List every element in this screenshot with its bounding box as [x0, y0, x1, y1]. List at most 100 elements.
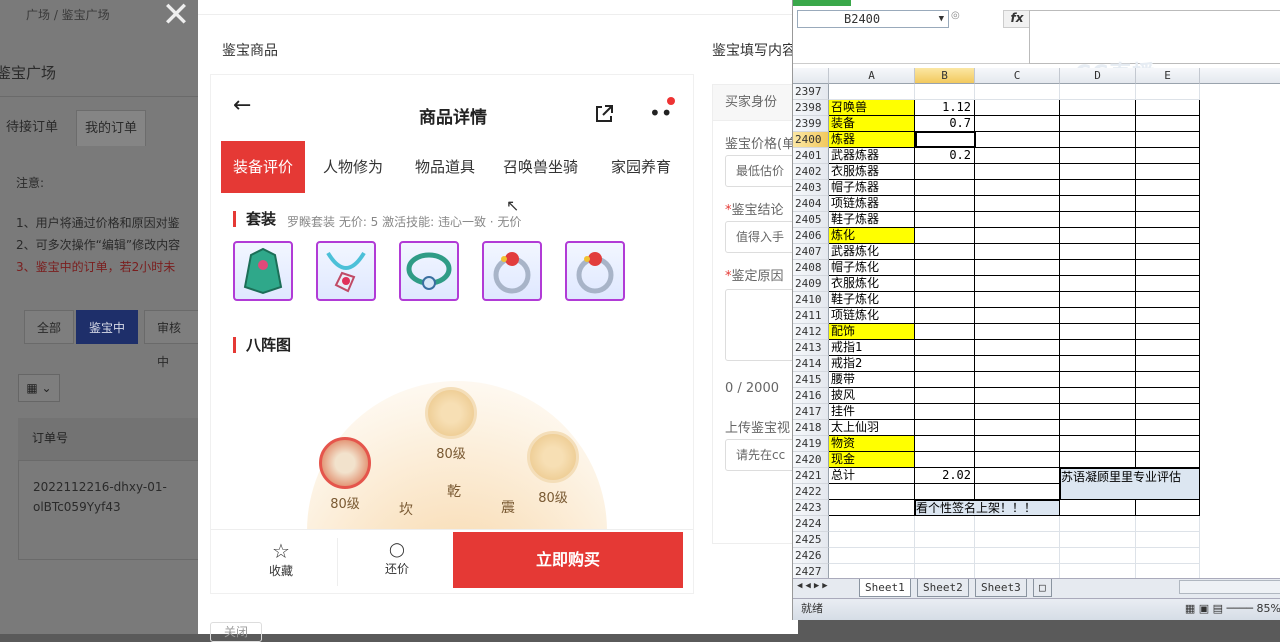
tab-buyer-identity[interactable]: 买家身份	[713, 85, 803, 121]
select-all-corner[interactable]	[793, 68, 829, 84]
tab-character-cultivation[interactable]: 人物修为	[323, 141, 383, 193]
tab-summon-mount[interactable]: 召唤兽坐骑	[503, 141, 578, 193]
ring-item-icon-2[interactable]	[565, 241, 625, 301]
cell[interactable]	[1136, 388, 1200, 404]
cell[interactable]	[1060, 516, 1136, 532]
row-header[interactable]: 2398	[793, 100, 829, 116]
cell[interactable]	[1136, 100, 1200, 116]
cell[interactable]	[1136, 148, 1200, 164]
row-header[interactable]: 2419	[793, 436, 829, 452]
cell[interactable]	[829, 500, 915, 516]
row-header[interactable]: 2415	[793, 372, 829, 388]
cell[interactable]	[1136, 276, 1200, 292]
view-mode-icons[interactable]: ▦ ▣ ▤	[1185, 602, 1223, 615]
cell[interactable]	[1136, 324, 1200, 340]
close-icon[interactable]: ✕	[160, 0, 192, 32]
zoom-slider[interactable]: ────	[1227, 602, 1254, 615]
cell[interactable]	[1060, 276, 1136, 292]
row-header[interactable]: 2423	[793, 500, 829, 516]
cell[interactable]	[829, 548, 915, 564]
row-header[interactable]: 2414	[793, 356, 829, 372]
cell[interactable]	[975, 356, 1060, 372]
row-header[interactable]: 2402	[793, 164, 829, 180]
counter-offer-button[interactable]: ◯ 还价	[367, 540, 427, 577]
signature-note-cell[interactable]: 看个性签名上架！！！	[915, 500, 1060, 516]
ring-item-icon-1[interactable]	[482, 241, 542, 301]
row-header[interactable]: 2413	[793, 340, 829, 356]
cell[interactable]	[975, 212, 1060, 228]
cell[interactable]	[1060, 116, 1136, 132]
buy-now-button[interactable]: 立即购买	[453, 532, 683, 588]
row-header[interactable]: 2425	[793, 532, 829, 548]
cell[interactable]	[1060, 356, 1136, 372]
row-header[interactable]: 2420	[793, 452, 829, 468]
bagua-node-icon-3[interactable]	[527, 431, 579, 483]
cell[interactable]	[975, 388, 1060, 404]
filter-reviewing[interactable]: 审核中	[144, 310, 200, 369]
cell[interactable]	[1060, 308, 1136, 324]
formula-controls-icon[interactable]: ◎	[951, 10, 975, 28]
cell[interactable]	[1136, 516, 1200, 532]
cell[interactable]	[975, 436, 1060, 452]
grid-toggle-button[interactable]: ▦ ⌄	[18, 374, 60, 402]
cell[interactable]	[1136, 452, 1200, 468]
filter-in-appraisal[interactable]: 鉴宝中	[76, 310, 139, 344]
cell[interactable]	[1136, 212, 1200, 228]
row-header[interactable]: 2408	[793, 260, 829, 276]
tab-my-orders[interactable]: 我的订单	[76, 110, 147, 146]
cell[interactable]	[1136, 292, 1200, 308]
active-cell-outline[interactable]	[915, 131, 976, 148]
column-header-a[interactable]: A	[829, 68, 915, 84]
tab-equipment-rating[interactable]: 装备评价	[221, 141, 306, 193]
cell[interactable]	[1060, 388, 1136, 404]
row-header[interactable]: 2410	[793, 292, 829, 308]
cell[interactable]	[975, 228, 1060, 244]
cell[interactable]	[1060, 196, 1136, 212]
column-header-b[interactable]: B	[915, 68, 975, 84]
cell[interactable]	[975, 276, 1060, 292]
cell[interactable]	[975, 116, 1060, 132]
cell[interactable]	[975, 484, 1060, 500]
cell[interactable]	[975, 164, 1060, 180]
filter-all[interactable]: 全部	[24, 310, 75, 344]
row-header[interactable]: 2407	[793, 244, 829, 260]
cell[interactable]	[1060, 164, 1136, 180]
cell[interactable]	[975, 100, 1060, 116]
row-header[interactable]: 2416	[793, 388, 829, 404]
cell[interactable]	[829, 532, 915, 548]
row-header[interactable]: 2401	[793, 148, 829, 164]
cell[interactable]	[829, 516, 915, 532]
evaluator-note-cell[interactable]: 苏语凝顾里里专业评估	[1060, 468, 1200, 500]
row-header[interactable]: 2412	[793, 324, 829, 340]
cell[interactable]	[1136, 116, 1200, 132]
cell[interactable]	[975, 420, 1060, 436]
tab-pending-orders[interactable]: 待接订单	[0, 110, 66, 146]
cell[interactable]	[1060, 340, 1136, 356]
zoom-level[interactable]: ▦ ▣ ▤ ──── 85%	[1185, 599, 1280, 619]
cell[interactable]	[1136, 308, 1200, 324]
row-header[interactable]: 2399	[793, 116, 829, 132]
cell[interactable]	[1060, 260, 1136, 276]
tab-homestead[interactable]: 家园养育	[611, 141, 671, 193]
close-button[interactable]: 关闭	[210, 622, 262, 642]
cell[interactable]	[975, 324, 1060, 340]
cell[interactable]	[1060, 500, 1136, 516]
column-header-c[interactable]: C	[975, 68, 1060, 84]
row-header[interactable]: 2397	[793, 84, 829, 100]
collar-item-icon[interactable]	[399, 241, 459, 301]
cell[interactable]	[1136, 356, 1200, 372]
cell[interactable]	[1060, 84, 1136, 100]
name-box[interactable]: B2400 ▼	[797, 10, 949, 28]
row-header[interactable]: 2403	[793, 180, 829, 196]
new-sheet-icon[interactable]: □	[1033, 579, 1052, 597]
row-header[interactable]: 2405	[793, 212, 829, 228]
sheet-tab-3[interactable]: Sheet3	[975, 579, 1027, 597]
cell[interactable]	[1136, 84, 1200, 100]
cell[interactable]	[1060, 292, 1136, 308]
row-header[interactable]: 2400	[793, 132, 829, 148]
cell[interactable]	[975, 452, 1060, 468]
cell[interactable]	[829, 484, 915, 500]
spreadsheet-grid[interactable]: A B C D E 2397 2398 召唤兽 1.12 2399 装备 0.7 2400 炼器…	[793, 68, 1280, 580]
cell[interactable]	[1060, 148, 1136, 164]
row-header[interactable]: 2411	[793, 308, 829, 324]
